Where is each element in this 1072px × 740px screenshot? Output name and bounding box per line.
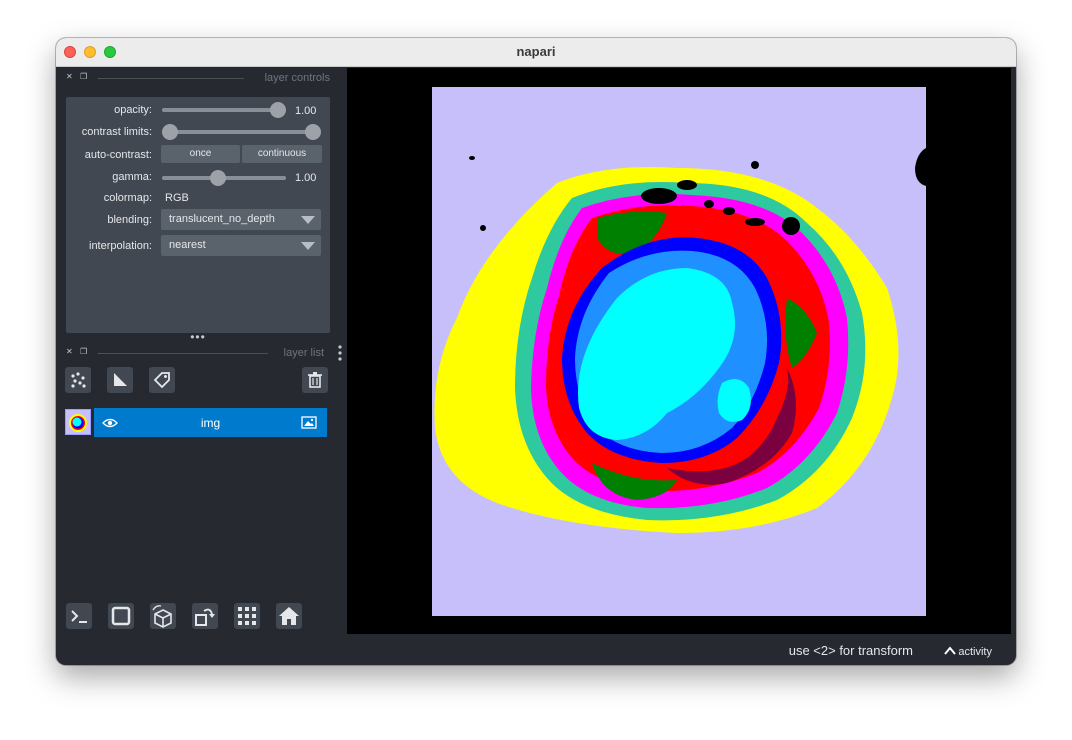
layer-thumbnail[interactable]	[65, 409, 91, 435]
header-divider	[98, 353, 268, 354]
napari-window: napari ✕ ❐ layer controls opacity: 1.00 …	[56, 38, 1016, 665]
header-divider	[98, 78, 244, 79]
opacity-slider[interactable]	[162, 108, 286, 112]
points-icon	[71, 372, 86, 388]
opacity-value: 1.00	[295, 105, 317, 117]
activity-button[interactable]: activity	[944, 642, 992, 658]
contrast-min-handle[interactable]	[162, 124, 178, 140]
gamma-slider-handle[interactable]	[210, 170, 226, 186]
gamma-label: gamma:	[112, 171, 152, 183]
float-panel-icon[interactable]: ✕	[66, 73, 74, 81]
console-button[interactable]	[66, 603, 92, 629]
colormap-value: RGB	[165, 192, 189, 204]
detach-panel-icon[interactable]: ❐	[80, 348, 88, 356]
roll-dimensions-button[interactable]	[150, 603, 176, 629]
layer-list-item[interactable]: img	[94, 408, 327, 437]
activity-label: activity	[958, 646, 992, 658]
interpolation-dropdown[interactable]: nearest	[161, 235, 321, 256]
image-layer-icon	[301, 416, 317, 429]
delete-layer-button[interactable]	[302, 367, 328, 393]
interpolation-selected-value: nearest	[169, 239, 206, 251]
layer-controls-title: layer controls	[264, 72, 330, 84]
blending-selected-value: translucent_no_depth	[169, 213, 275, 225]
new-shapes-layer-button[interactable]	[107, 367, 133, 393]
contrast-limits-label: contrast limits:	[81, 126, 152, 138]
home-icon	[279, 607, 299, 625]
chevron-up-icon	[944, 646, 957, 655]
colormap-label: colormap:	[103, 192, 152, 204]
console-icon	[71, 610, 87, 623]
layer-controls-header: ✕ ❐ layer controls	[66, 72, 330, 86]
chevron-down-icon	[301, 216, 315, 224]
new-labels-layer-button[interactable]	[149, 367, 175, 393]
status-message: use <2> for transform	[788, 643, 913, 658]
auto-contrast-once-button[interactable]: once	[161, 145, 240, 163]
viewer-canvas[interactable]	[347, 68, 1011, 634]
reset-view-button[interactable]	[276, 603, 302, 629]
title-bar: napari	[56, 38, 1016, 67]
gamma-value: 1.00	[295, 172, 317, 184]
opacity-slider-handle[interactable]	[270, 102, 286, 118]
contrast-max-handle[interactable]	[305, 124, 321, 140]
layer-thumbnail-image	[69, 414, 87, 432]
ndisplay-button[interactable]	[108, 603, 134, 629]
grid-view-button[interactable]	[234, 603, 260, 629]
transpose-icon	[195, 608, 215, 626]
status-bar: use <2> for transform activity	[56, 635, 1016, 665]
roll-cube-icon	[152, 605, 172, 628]
contrast-limits-slider[interactable]	[162, 130, 314, 134]
opacity-label: opacity:	[114, 104, 152, 116]
trash-icon	[308, 372, 322, 388]
labels-icon	[153, 372, 170, 389]
chevron-down-icon	[301, 242, 315, 250]
layer-list-header: ✕ ❐ layer list	[66, 347, 330, 361]
image-layer-render	[432, 87, 926, 616]
layer-list-title: layer list	[283, 347, 324, 359]
interpolation-label: interpolation:	[89, 240, 152, 252]
ndisplay-square-icon	[111, 606, 131, 626]
transpose-button[interactable]	[192, 603, 218, 629]
grid-icon	[238, 607, 256, 625]
shapes-icon	[114, 373, 127, 386]
blending-dropdown[interactable]: translucent_no_depth	[161, 209, 321, 230]
auto-contrast-label: auto-contrast:	[84, 149, 152, 161]
blending-label: blending:	[107, 214, 152, 226]
layer-controls-panel: opacity: 1.00 contrast limits: auto-cont…	[66, 97, 330, 333]
more-options-icon[interactable]	[336, 343, 344, 363]
panel-splitter-handle[interactable]: •••	[186, 331, 210, 343]
detach-panel-icon[interactable]: ❐	[80, 73, 88, 81]
new-points-layer-button[interactable]	[65, 367, 91, 393]
layer-name[interactable]: img	[94, 416, 327, 430]
window-title: napari	[516, 44, 556, 59]
auto-contrast-continuous-button[interactable]: continuous	[242, 145, 322, 163]
float-panel-icon[interactable]: ✕	[66, 348, 74, 356]
